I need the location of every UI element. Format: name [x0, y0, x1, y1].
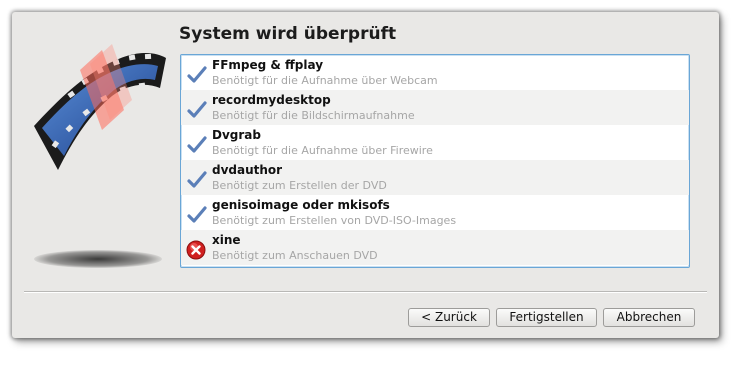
- list-item[interactable]: dvdauthor Benötigt zum Erstellen der DVD: [181, 160, 689, 195]
- item-name: FFmpeg & ffplay: [212, 58, 324, 72]
- finish-button[interactable]: Fertigstellen: [496, 308, 597, 327]
- item-description: Benötigt für die Bildschirmaufnahme: [212, 109, 415, 122]
- item-name: genisoimage oder mkisofs: [212, 198, 390, 212]
- item-description: Benötigt für die Aufnahme über Webcam: [212, 74, 438, 87]
- back-button[interactable]: < Zurück: [408, 308, 490, 327]
- item-name: dvdauthor: [212, 163, 283, 177]
- logo-shadow: [34, 250, 162, 268]
- item-name: Dvgrab: [212, 128, 261, 142]
- error-icon: [186, 240, 206, 260]
- item-name: xine: [212, 233, 241, 247]
- list-item[interactable]: genisoimage oder mkisofs Benötigt zum Er…: [181, 195, 689, 230]
- cancel-button[interactable]: Abbrechen: [603, 308, 695, 327]
- checkmark-icon: [187, 136, 207, 153]
- checkmark-icon: [187, 101, 207, 118]
- list-item[interactable]: xine Benötigt zum Anschauen DVD: [181, 230, 689, 265]
- list-item[interactable]: recordmydesktop Benötigt für die Bildsch…: [181, 90, 689, 125]
- item-description: Benötigt zum Erstellen der DVD: [212, 179, 387, 192]
- checkmark-icon: [187, 171, 207, 188]
- divider: [24, 291, 707, 293]
- list-item[interactable]: Dvgrab Benötigt für die Aufnahme über Fi…: [181, 125, 689, 160]
- page-title: System wird überprüft: [179, 24, 397, 44]
- film-strip-icon: [34, 44, 166, 170]
- checkmark-icon: [187, 66, 207, 83]
- dependency-check-list[interactable]: FFmpeg & ffplay Benötigt für die Aufnahm…: [180, 54, 690, 268]
- item-name: recordmydesktop: [212, 93, 331, 107]
- item-description: Benötigt zum Erstellen von DVD-ISO-Image…: [212, 214, 457, 227]
- list-item[interactable]: FFmpeg & ffplay Benötigt für die Aufnahm…: [181, 55, 689, 90]
- dialog-window: System wird überprüft FFmpeg & ffplay Be…: [12, 12, 719, 338]
- item-description: Benötigt für die Aufnahme über Firewire: [212, 144, 433, 157]
- item-description: Benötigt zum Anschauen DVD: [212, 249, 378, 262]
- checkmark-icon: [187, 206, 207, 223]
